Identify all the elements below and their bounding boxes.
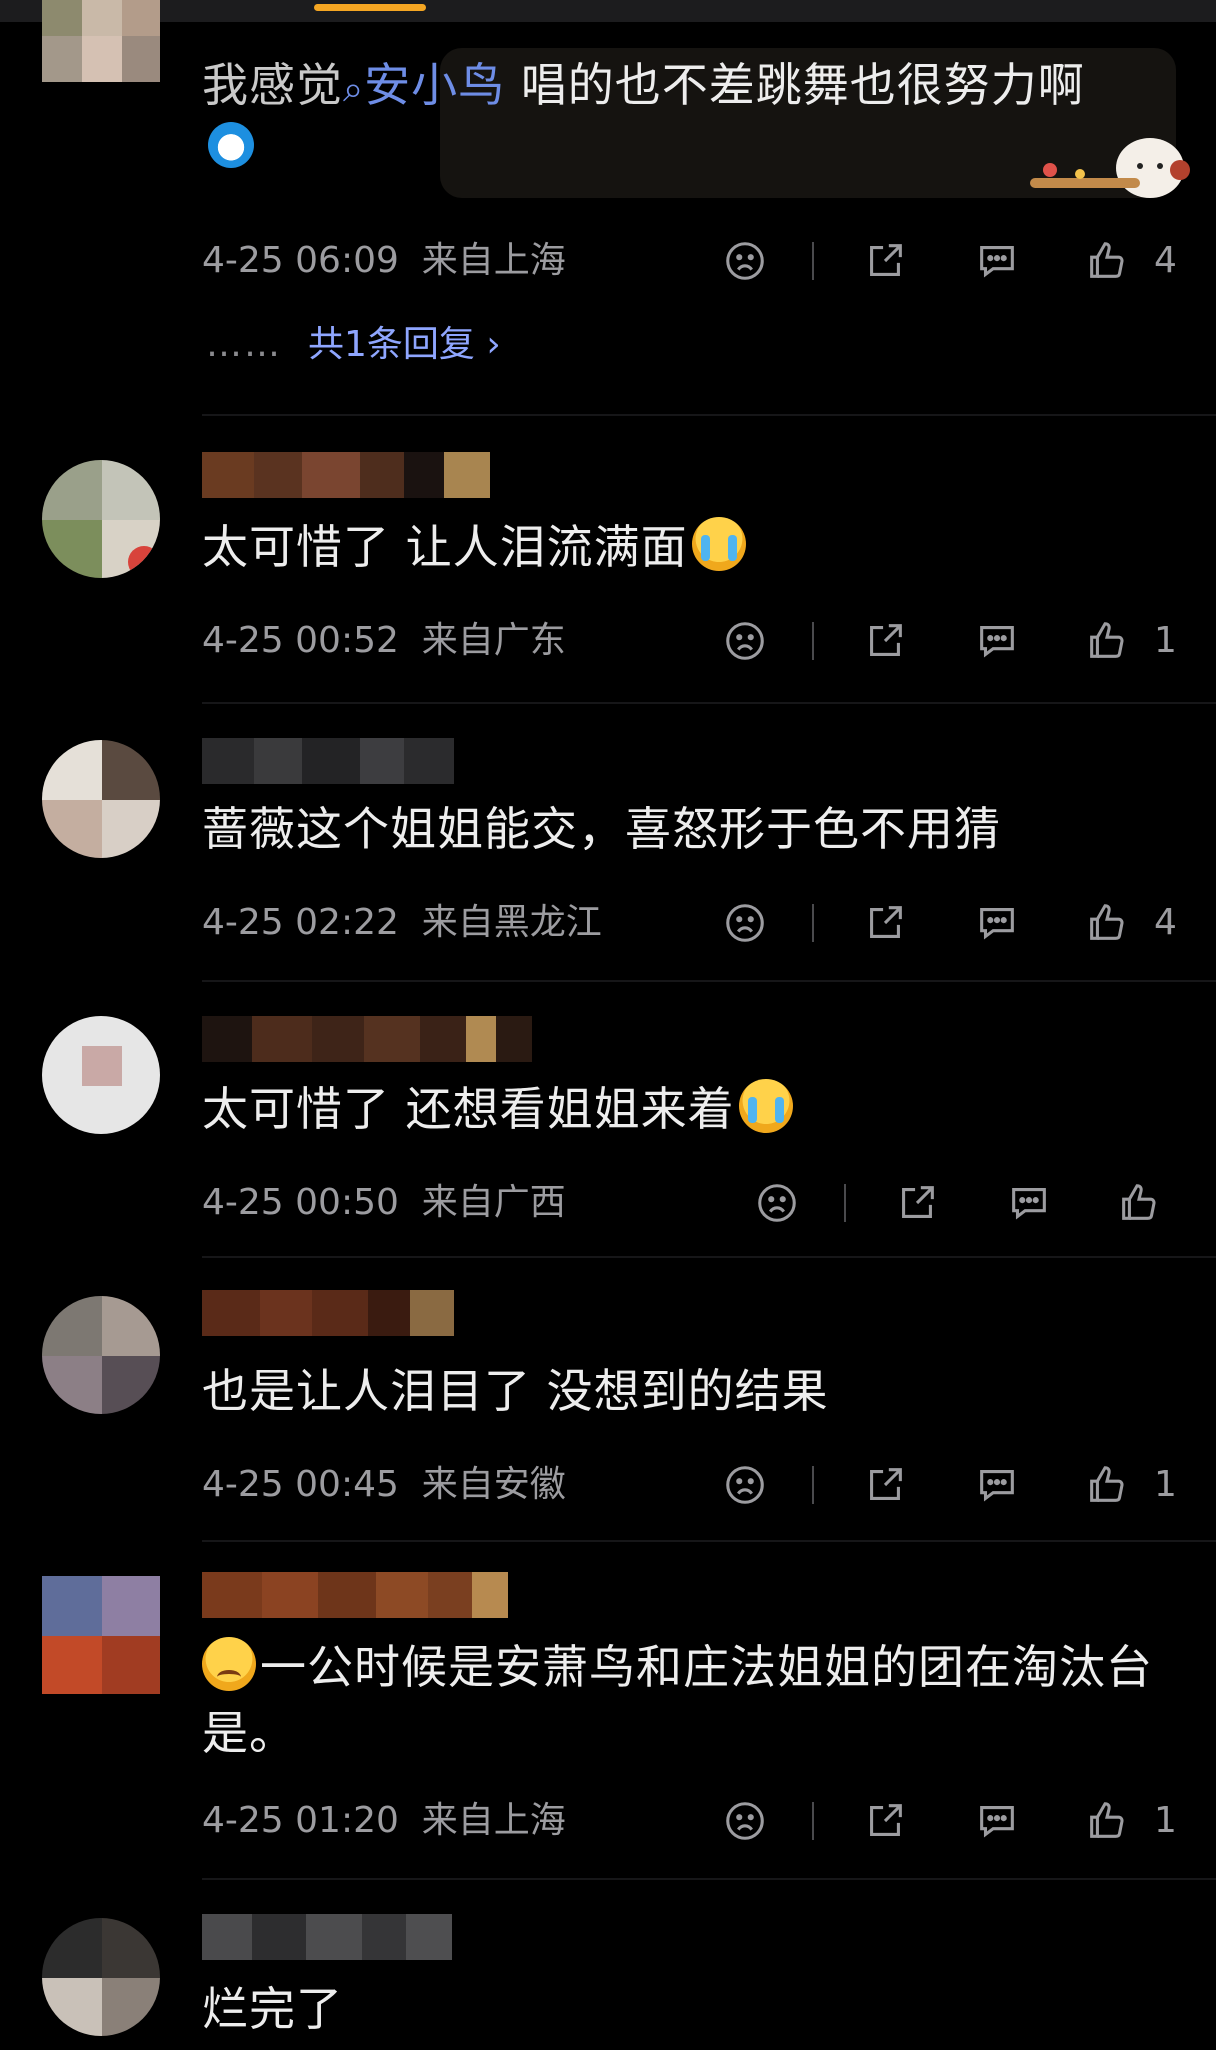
divider: [812, 1466, 814, 1504]
comment-text: 我感觉⌕安小鸟 唱的也不差跳舞也很努力啊: [202, 58, 1085, 112]
comment-text: 太可惜了 还想看姐姐来着: [202, 1076, 1176, 1142]
comment-time: 4-25 00:50: [202, 1182, 399, 1223]
comment-actions: 1: [718, 614, 1188, 668]
divider: [812, 242, 814, 280]
comment-time: 4-25 06:09: [202, 240, 399, 281]
like-count: 4: [1154, 240, 1177, 281]
frown-face-icon[interactable]: [718, 1458, 772, 1512]
like-count: 4: [1154, 902, 1177, 943]
frown-face-icon[interactable]: [718, 614, 772, 668]
share-icon[interactable]: [858, 1794, 912, 1848]
thumbs-up-icon[interactable]: [1080, 1458, 1134, 1512]
share-icon[interactable]: [858, 896, 912, 950]
avatar[interactable]: [42, 1576, 160, 1694]
search-icon: ⌕: [343, 69, 365, 110]
doraemon-emoji: [208, 122, 254, 168]
username-blurred[interactable]: [202, 1290, 454, 1336]
comment-bubble-icon[interactable]: [970, 614, 1024, 668]
like-count: 1: [1154, 1464, 1177, 1505]
divider: [812, 622, 814, 660]
username-blurred[interactable]: [202, 1572, 508, 1618]
divider: [844, 1184, 846, 1222]
comment-actions: [750, 1176, 1190, 1230]
username-blurred[interactable]: [202, 1914, 452, 1960]
thumbs-up-icon[interactable]: [1080, 614, 1134, 668]
comment-bubble-icon[interactable]: [970, 234, 1024, 288]
divider: [202, 1540, 1216, 1542]
comment-text: 也是让人泪目了 没想到的结果: [202, 1364, 829, 1418]
comment-actions: 4: [718, 896, 1188, 950]
comment-actions: 4: [718, 234, 1188, 288]
comment-meta: 4-25 00:45 来自安徽: [202, 1458, 566, 1512]
username-blurred[interactable]: [202, 452, 490, 498]
tab-indicator: [314, 4, 426, 11]
avatar[interactable]: [42, 0, 160, 82]
like-count: 1: [1154, 620, 1177, 661]
comment-bubble-icon[interactable]: [970, 1458, 1024, 1512]
username-blurred[interactable]: [202, 1016, 532, 1062]
comment-location: 来自广西: [421, 1182, 566, 1223]
share-icon[interactable]: [858, 234, 912, 288]
comment-text: 蔷薇这个姐姐能交，喜怒形于色不用猜: [202, 802, 1001, 856]
divider: [202, 702, 1216, 704]
thumbs-up-icon[interactable]: [1080, 234, 1134, 288]
thumbs-up-icon[interactable]: [1080, 1794, 1134, 1848]
sticker-decoration: [1030, 138, 1190, 198]
divider: [202, 414, 1216, 416]
comment-location: 来自上海: [421, 240, 566, 281]
comment-location: 来自上海: [421, 1800, 566, 1841]
avatar[interactable]: [42, 1918, 160, 2036]
comment-bubble-icon[interactable]: [970, 1794, 1024, 1848]
like-count: 1: [1154, 1800, 1177, 1841]
divider: [202, 1256, 1216, 1258]
comment-meta: 4-25 01:20 来自上海: [202, 1794, 566, 1848]
view-replies-link[interactable]: 共1条回复 ›: [308, 324, 501, 365]
divider: [202, 1878, 1216, 1880]
comment-time: 4-25 00:45: [202, 1464, 399, 1505]
comment-time: 4-25 01:20: [202, 1800, 399, 1841]
username-blurred[interactable]: [202, 738, 454, 784]
thumbs-up-icon[interactable]: [1112, 1176, 1166, 1230]
comment-meta: 4-25 00:52 来自广东: [202, 614, 566, 668]
frown-face-icon[interactable]: [718, 1794, 772, 1848]
comment-text: 烂完了: [202, 1982, 343, 2036]
frown-face-icon[interactable]: [718, 896, 772, 950]
avatar[interactable]: [42, 1296, 160, 1414]
comment-location: 来自广东: [421, 620, 566, 661]
comment-bubble-icon[interactable]: [970, 896, 1024, 950]
comment-location: 来自黑龙江: [421, 902, 602, 943]
comment-meta: 4-25 06:09 来自上海: [202, 234, 566, 288]
avatar[interactable]: [42, 1016, 160, 1134]
comment-meta: 4-25 00:50 来自广西: [202, 1176, 566, 1230]
crying-emoji: [738, 1079, 793, 1133]
share-icon[interactable]: [890, 1176, 944, 1230]
comment-actions: 1: [718, 1458, 1188, 1512]
avatar[interactable]: [42, 740, 160, 858]
comment-actions: 1: [718, 1794, 1188, 1848]
crying-emoji: [691, 517, 746, 571]
thumbs-up-icon[interactable]: [1080, 896, 1134, 950]
avatar[interactable]: [42, 460, 160, 578]
divider: [202, 980, 1216, 982]
comment-location: 来自安徽: [421, 1464, 566, 1505]
reply-summary[interactable]: …… 共1条回复 ›: [206, 318, 501, 372]
comment-time: 4-25 00:52: [202, 620, 399, 661]
divider: [812, 1802, 814, 1840]
top-bar: [0, 0, 1216, 22]
sad-emoji: [202, 1637, 256, 1691]
comment-bubble-icon[interactable]: [1002, 1176, 1056, 1230]
comment-text: 太可惜了 让人泪流满面: [202, 514, 1176, 580]
mention-link[interactable]: ⌕安小鸟: [343, 58, 505, 112]
divider: [812, 904, 814, 942]
comment-text: 一公时候是安萧鸟和庄法姐姐的团在淘汰台是。: [202, 1634, 1162, 1766]
share-icon[interactable]: [858, 614, 912, 668]
frown-face-icon[interactable]: [718, 234, 772, 288]
comment-meta: 4-25 02:22 来自黑龙江: [202, 896, 602, 950]
comment-time: 4-25 02:22: [202, 902, 399, 943]
share-icon[interactable]: [858, 1458, 912, 1512]
frown-face-icon[interactable]: [750, 1176, 804, 1230]
